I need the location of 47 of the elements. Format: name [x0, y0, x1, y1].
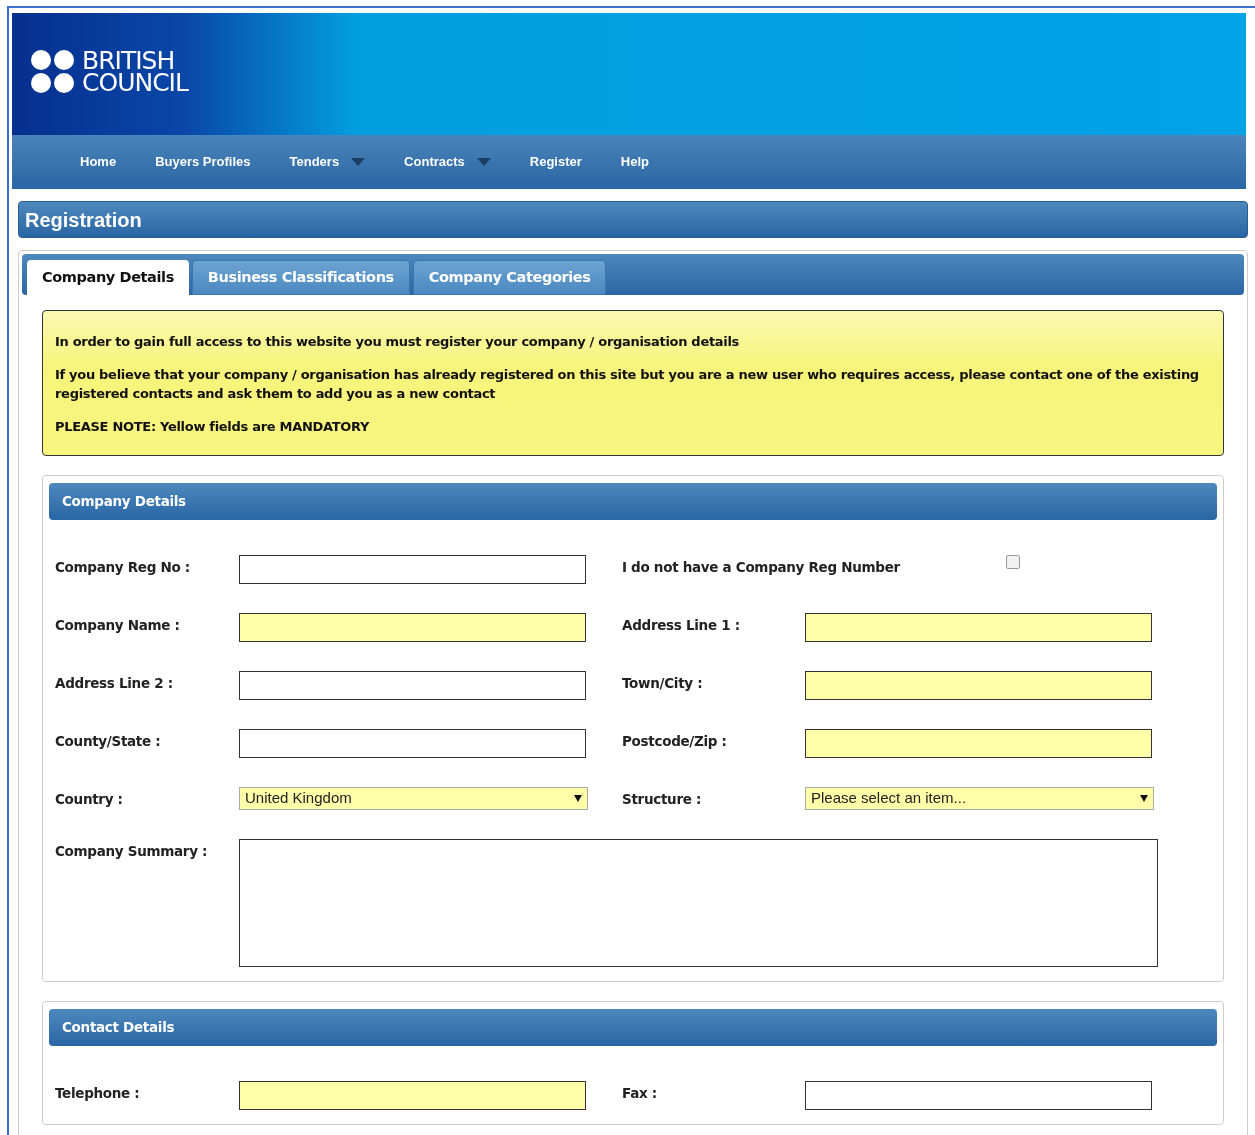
- dropdown-arrow-icon: [1140, 795, 1148, 802]
- field-label: Address Line 2 :: [55, 674, 174, 693]
- text-field[interactable]: [805, 729, 1152, 758]
- dropdown-field[interactable]: Please select an item...: [805, 787, 1154, 810]
- field-label: Town/City :: [622, 674, 704, 693]
- logo-text: BRITISH COUNCIL: [82, 50, 188, 94]
- section-title: Contact Details: [62, 1018, 175, 1038]
- field-label: Structure :: [622, 790, 703, 809]
- nav-link[interactable]: Tenders: [289, 152, 366, 172]
- nav-link[interactable]: Buyers Profiles: [155, 152, 251, 172]
- checkbox[interactable]: [1006, 555, 1020, 569]
- summary-field[interactable]: [239, 839, 1158, 967]
- field-label: Company Reg No :: [55, 558, 191, 577]
- field-label: Telephone :: [55, 1084, 141, 1103]
- field-label: Country :: [55, 790, 124, 809]
- checkbox-label: I do not have a Company Reg Number: [622, 558, 901, 577]
- nav-link[interactable]: Home: [80, 152, 117, 172]
- notice-text: In order to gain full access to this website you must register your company / organisation details: [55, 333, 741, 351]
- field-label: Postcode/Zip :: [622, 732, 728, 751]
- field-label: Fax :: [622, 1084, 658, 1103]
- tab[interactable]: Company Details: [27, 260, 189, 295]
- text-field[interactable]: [239, 1081, 586, 1110]
- text-field[interactable]: [239, 613, 586, 642]
- text-field[interactable]: [805, 1081, 1152, 1110]
- text-field[interactable]: [805, 613, 1152, 642]
- field-label: Company Name :: [55, 616, 181, 635]
- field-label: Address Line 1 :: [622, 616, 741, 635]
- tab[interactable]: Business Classifications: [191, 260, 410, 295]
- field-label: Company Summary :: [55, 842, 209, 861]
- text-field[interactable]: [805, 671, 1152, 700]
- tab[interactable]: Company Categories: [412, 260, 607, 295]
- caret-icon: [476, 158, 491, 166]
- logo-icon: [30, 49, 76, 95]
- dropdown-arrow-icon: [574, 795, 582, 802]
- page-title: Registration: [25, 207, 142, 233]
- notice-text: If you believe that your company / organisation has already registered on this site but you are a new user who requires access, please contact one of the existing registered contacts and ask them to add you as a new contact: [55, 366, 1200, 403]
- dropdown-field[interactable]: United Kingdom: [239, 787, 588, 810]
- field-label: County/State :: [55, 732, 162, 751]
- text-field[interactable]: [239, 555, 586, 584]
- text-field[interactable]: [239, 729, 586, 758]
- nav-link[interactable]: Help: [620, 152, 649, 172]
- nav-link[interactable]: Register: [529, 152, 582, 172]
- notice-text: PLEASE NOTE: Yellow fields are MANDATORY: [55, 418, 371, 436]
- caret-icon: [351, 158, 366, 166]
- nav-link[interactable]: Contracts: [404, 152, 491, 172]
- text-field[interactable]: [239, 671, 586, 700]
- section-title: Company Details: [62, 492, 186, 512]
